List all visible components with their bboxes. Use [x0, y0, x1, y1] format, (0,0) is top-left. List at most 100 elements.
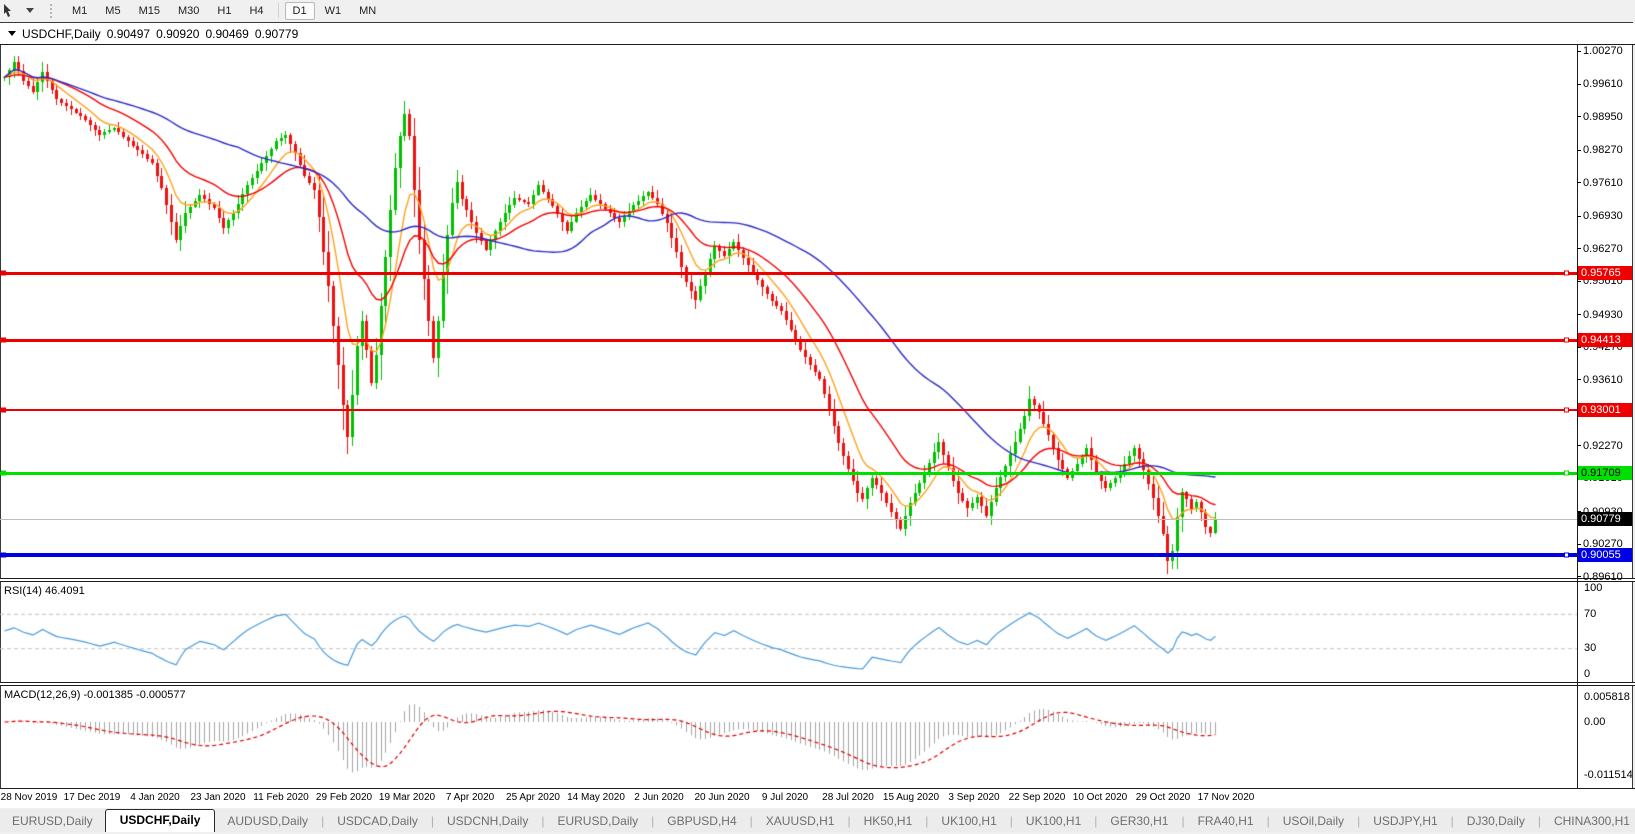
timeframe-button-m5[interactable]: M5: [97, 2, 128, 20]
macd-panel-canvas[interactable]: [0, 686, 1577, 788]
horizontal-line-0.95765[interactable]: [0, 272, 1577, 275]
line-handle-right[interactable]: [1564, 552, 1569, 557]
tab-usoil-daily[interactable]: USOil,Daily: [1271, 811, 1356, 832]
date-label: 2 Jun 2020: [634, 792, 684, 803]
main-chart-canvas[interactable]: [0, 44, 1577, 578]
line-handle-right[interactable]: [1564, 407, 1569, 412]
tab-dj30-daily[interactable]: DJ30,Daily: [1455, 811, 1537, 832]
price-badge-0.90055: 0.90055: [1578, 548, 1632, 562]
tick-dash: [1577, 379, 1581, 380]
price-tick-label: 0.92270: [1577, 440, 1623, 452]
current-price-badge: 0.90779: [1578, 512, 1632, 526]
macd-scale-top: 0.005818: [1584, 691, 1630, 703]
date-label: 25 Apr 2020: [506, 792, 560, 803]
ohlc-open: 0.90497: [107, 27, 150, 41]
rsi-scale-30: 30: [1584, 642, 1596, 654]
date-label: 23 Jan 2020: [190, 792, 245, 803]
rsi-scale-70: 70: [1584, 608, 1596, 620]
tick-dash: [1577, 182, 1581, 183]
timeframe-button-m15[interactable]: M15: [131, 2, 168, 20]
tab-eurusd-daily[interactable]: EURUSD,Daily: [545, 811, 650, 832]
date-label: 9 Jul 2020: [762, 792, 808, 803]
timeframe-button-h4[interactable]: H4: [241, 2, 271, 20]
tick-dash: [1577, 445, 1581, 446]
tick-dash: [1577, 51, 1581, 52]
tick-dash: [1577, 248, 1581, 249]
rsi-scale-0: 0: [1584, 668, 1590, 680]
date-label: 29 Oct 2020: [1136, 792, 1190, 803]
line-handle-right[interactable]: [1564, 338, 1569, 343]
date-label: 11 Feb 2020: [253, 792, 308, 803]
price-tick-label: 0.97610: [1577, 177, 1623, 189]
price-badge-0.94413: 0.94413: [1578, 333, 1632, 347]
line-handle-left[interactable]: [1, 552, 6, 557]
timeframe-buttons: M1M5M15M30H1H4 D1W1MN: [63, 2, 385, 20]
price-tick-label: 0.94930: [1577, 309, 1623, 321]
mt4-workspace: M1M5M15M30H1H4 D1W1MN USDCHF,Daily 0.9049…: [0, 0, 1635, 834]
tab-usdjpy-h1[interactable]: USDJPY,H1: [1361, 811, 1449, 832]
tab-usdchf-daily[interactable]: USDCHF,Daily: [105, 809, 216, 832]
chart-symbol-label: USDCHF,Daily: [22, 27, 101, 41]
tick-dash: [1577, 576, 1581, 577]
date-label: 17 Dec 2019: [64, 792, 121, 803]
tab-gbpusd-h4[interactable]: GBPUSD,H4: [655, 811, 748, 832]
chart-cursor-icon[interactable]: [2, 3, 18, 18]
price-tick-label: 0.98270: [1577, 144, 1623, 156]
price-badge-0.95765: 0.95765: [1578, 266, 1632, 280]
tab-fra40-h1[interactable]: FRA40,H1: [1186, 811, 1266, 832]
line-handle-left[interactable]: [1, 407, 6, 412]
rsi-label: RSI(14) 46.4091: [4, 585, 85, 597]
price-badge-0.91709: 0.91709: [1578, 466, 1632, 480]
date-label: 15 Aug 2020: [883, 792, 939, 803]
date-label: 10 Oct 2020: [1073, 792, 1127, 803]
rsi-scale-100: 100: [1584, 582, 1602, 594]
date-label: 19 Mar 2020: [379, 792, 435, 803]
ohlc-low: 0.90469: [205, 27, 248, 41]
tick-dash: [1577, 281, 1581, 282]
horizontal-line-0.91709[interactable]: [0, 472, 1577, 475]
date-label: 22 Sep 2020: [1009, 792, 1066, 803]
current-price-line: [0, 519, 1577, 520]
ohlc-close: 0.90779: [255, 27, 298, 41]
symbol-dropdown-icon[interactable]: [8, 31, 16, 36]
line-handle-right[interactable]: [1564, 471, 1569, 476]
tick-dash: [1577, 544, 1581, 545]
price-badge-0.93001: 0.93001: [1578, 403, 1632, 417]
line-handle-right[interactable]: [1564, 271, 1569, 276]
tab-eurusd-daily[interactable]: EURUSD,Daily: [0, 811, 105, 832]
tick-dash: [1577, 116, 1581, 117]
price-tick-label: 0.99610: [1577, 78, 1623, 90]
tab-xauusd-h1[interactable]: XAUUSD,H1: [754, 811, 847, 832]
timeframe-button-d1[interactable]: D1: [285, 2, 315, 20]
toolbar-separator: [278, 3, 279, 18]
tab-usdcad-daily[interactable]: USDCAD,Daily: [325, 811, 430, 832]
line-handle-left[interactable]: [1, 471, 6, 476]
tick-dash: [1577, 314, 1581, 315]
tab-audusd-daily[interactable]: AUDUSD,Daily: [215, 811, 320, 832]
timeframe-button-h1[interactable]: H1: [209, 2, 239, 20]
tab-uk100-h1[interactable]: UK100,H1: [1014, 811, 1093, 832]
toolbar-grip-handle[interactable]: [50, 4, 55, 18]
date-axis: 28 Nov 201917 Dec 20194 Jan 202023 Jan 2…: [0, 789, 1635, 808]
macd-scale-zero: 0.00: [1584, 716, 1605, 728]
line-handle-left[interactable]: [1, 338, 6, 343]
timeframe-button-m1[interactable]: M1: [64, 2, 95, 20]
chevron-down-icon[interactable]: [26, 8, 34, 13]
horizontal-line-0.93001[interactable]: [0, 409, 1577, 411]
tab-ger30-h1[interactable]: GER30,H1: [1098, 811, 1180, 832]
tab-uk100-h1[interactable]: UK100,H1: [929, 811, 1008, 832]
tab-hk50-h1[interactable]: HK50,H1: [852, 811, 925, 832]
rsi-panel-canvas[interactable]: [0, 582, 1577, 682]
horizontal-line-0.90055[interactable]: [0, 553, 1577, 557]
timeframe-button-m30[interactable]: M30: [170, 2, 207, 20]
tab-usdcnh-daily[interactable]: USDCNH,Daily: [435, 811, 540, 832]
timeframe-button-w1[interactable]: W1: [317, 2, 350, 20]
tab-china300-h1[interactable]: CHINA300,H1: [1542, 811, 1635, 832]
price-tick-label: 0.96270: [1577, 243, 1623, 255]
timeframe-button-mn[interactable]: MN: [351, 2, 384, 20]
date-label: 14 May 2020: [567, 792, 625, 803]
line-handle-left[interactable]: [1, 271, 6, 276]
tabs: EURUSD,DailyUSDCHF,DailyAUDUSD,Daily|USD…: [0, 811, 1635, 832]
date-label: 28 Jul 2020: [822, 792, 874, 803]
horizontal-line-0.94413[interactable]: [0, 339, 1577, 342]
